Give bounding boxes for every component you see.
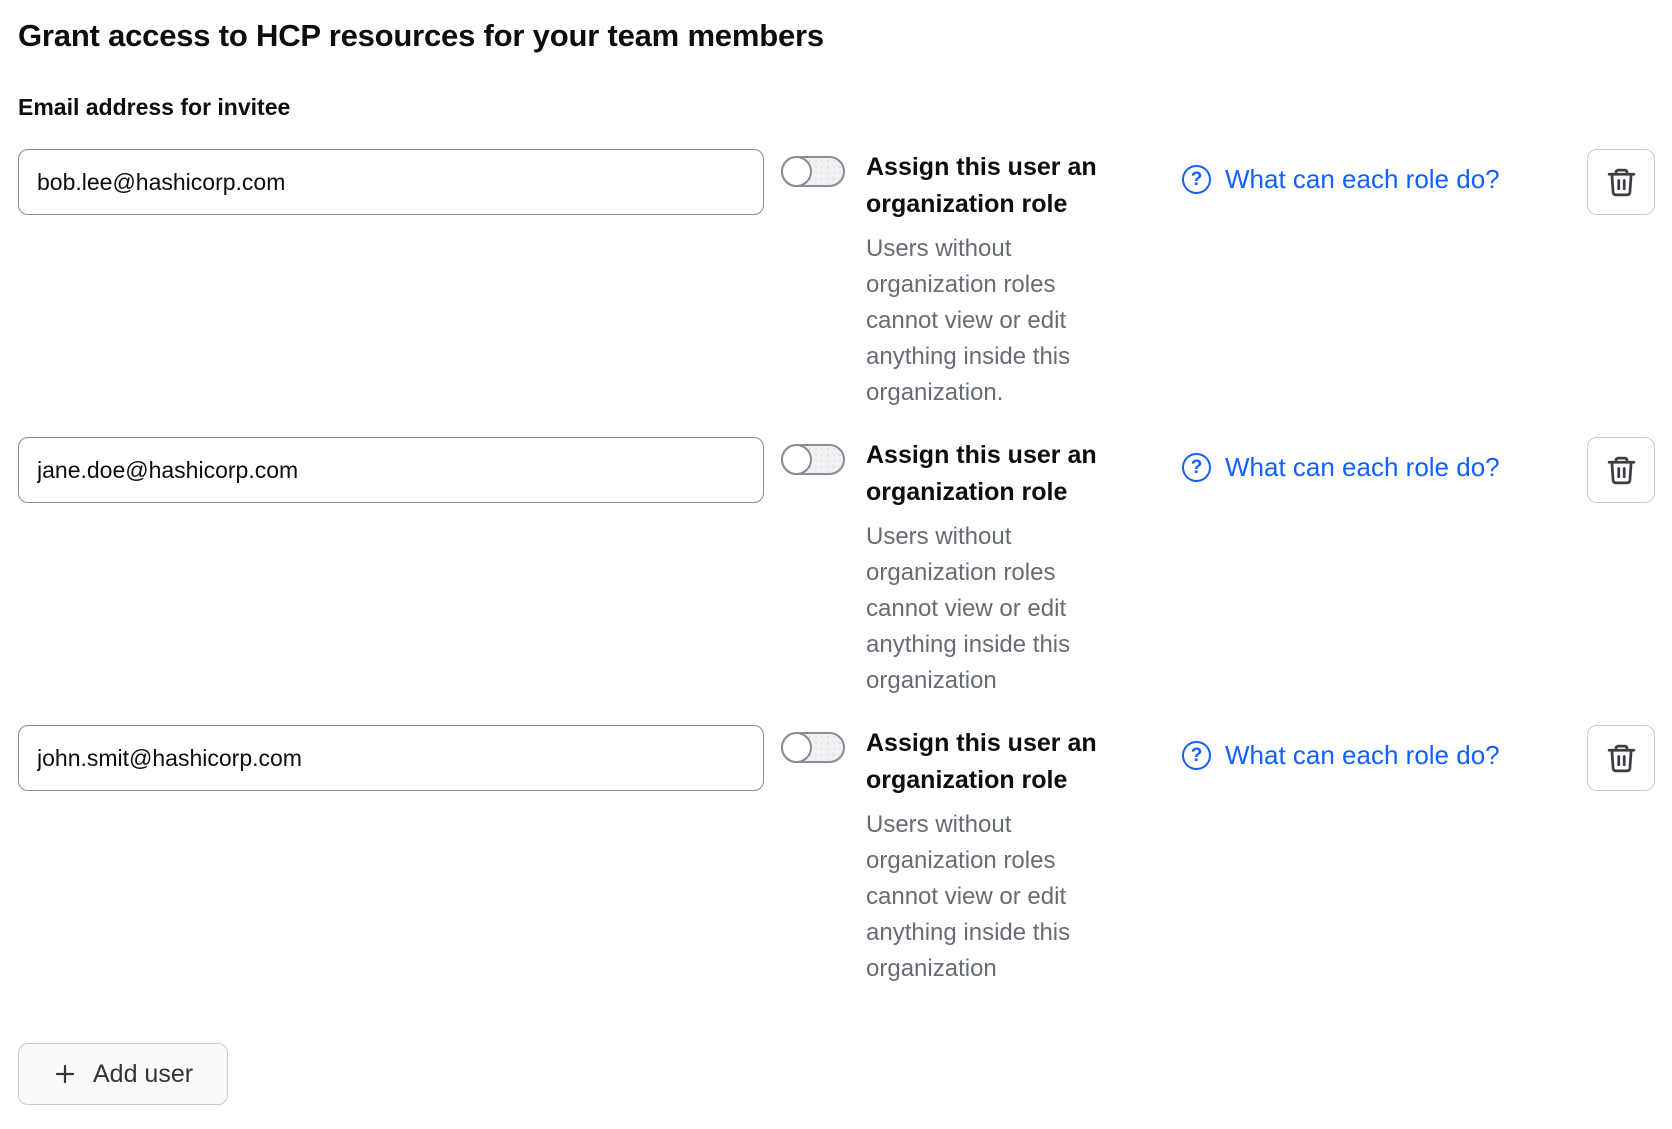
- role-link-label: What can each role do?: [1225, 164, 1500, 195]
- role-info-link[interactable]: ? What can each role do?: [1182, 452, 1500, 483]
- email-input[interactable]: [18, 437, 764, 503]
- toggle-help-text: Users without organization roles cannot …: [866, 807, 1122, 987]
- role-link-label: What can each role do?: [1225, 452, 1500, 483]
- org-role-toggle[interactable]: [781, 444, 845, 475]
- trash-icon: [1605, 742, 1638, 775]
- add-user-button[interactable]: Add user: [18, 1043, 228, 1105]
- org-role-toggle[interactable]: [781, 732, 845, 763]
- invite-row: Assign this user an organization role Us…: [18, 437, 1655, 699]
- toggle-label: Assign this user an organization role: [866, 149, 1122, 223]
- toggle-knob-icon: [781, 444, 812, 475]
- role-info-link[interactable]: ? What can each role do?: [1182, 164, 1500, 195]
- invite-row: Assign this user an organization role Us…: [18, 725, 1655, 987]
- toggle-help-text: Users without organization roles cannot …: [866, 231, 1122, 411]
- delete-row-button[interactable]: [1587, 725, 1655, 791]
- add-user-label: Add user: [93, 1060, 193, 1089]
- question-circle-icon: ?: [1182, 741, 1211, 770]
- invite-row: Assign this user an organization role Us…: [18, 149, 1655, 411]
- toggle-help-text: Users without organization roles cannot …: [866, 519, 1122, 699]
- role-description: Assign this user an organization role Us…: [866, 437, 1122, 699]
- role-link-label: What can each role do?: [1225, 740, 1500, 771]
- role-info-link[interactable]: ? What can each role do?: [1182, 740, 1500, 771]
- delete-row-button[interactable]: [1587, 149, 1655, 215]
- email-input[interactable]: [18, 725, 764, 791]
- toggle-knob-icon: [781, 156, 812, 187]
- toggle-label: Assign this user an organization role: [866, 725, 1122, 799]
- trash-icon: [1605, 166, 1638, 199]
- question-circle-icon: ?: [1182, 165, 1211, 194]
- delete-row-button[interactable]: [1587, 437, 1655, 503]
- toggle-label: Assign this user an organization role: [866, 437, 1122, 511]
- email-input[interactable]: [18, 149, 764, 215]
- email-field-label: Email address for invitee: [18, 94, 1655, 121]
- role-description: Assign this user an organization role Us…: [866, 725, 1122, 987]
- question-circle-icon: ?: [1182, 453, 1211, 482]
- org-role-toggle[interactable]: [781, 156, 845, 187]
- trash-icon: [1605, 454, 1638, 487]
- role-description: Assign this user an organization role Us…: [866, 149, 1122, 411]
- page-title: Grant access to HCP resources for your t…: [18, 18, 1655, 54]
- plus-icon: [53, 1062, 77, 1086]
- toggle-knob-icon: [781, 732, 812, 763]
